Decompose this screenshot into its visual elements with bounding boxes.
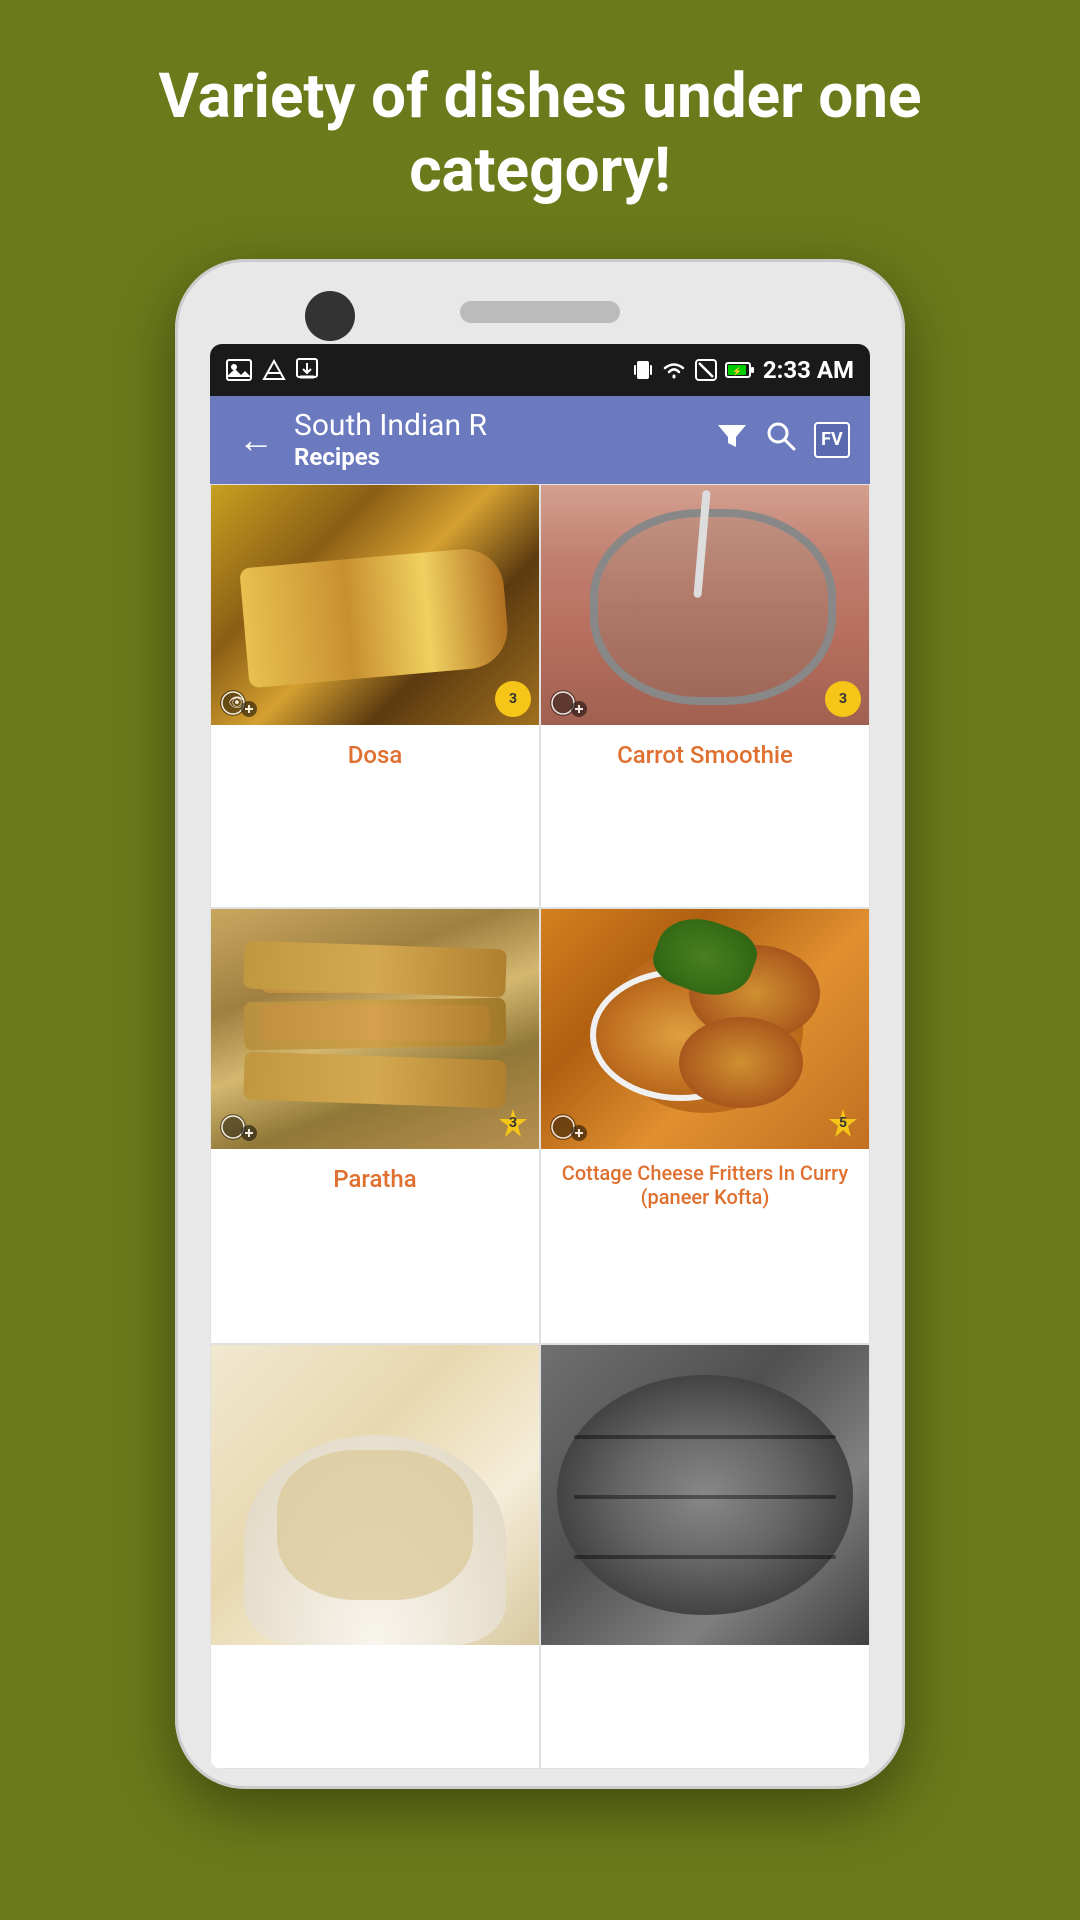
recipe-item-5[interactable] <box>210 1344 540 1768</box>
recipe-item-paneer-kofta[interactable]: 5 Cottage Cheese Fritters In Curry (pane… <box>540 908 870 1344</box>
camera-dot <box>305 291 355 341</box>
download-icon <box>296 358 318 382</box>
paratha-image <box>211 909 539 1149</box>
status-left-icons <box>226 358 318 382</box>
vibrate-icon <box>633 359 653 381</box>
recipe-item-carrot-smoothie[interactable]: 3 Carrot Smoothie <box>540 484 870 908</box>
recipe-grid: 👁 3 Dosa <box>210 484 870 1769</box>
recipe-item-paratha[interactable]: 3 Paratha <box>210 908 540 1344</box>
recipe-item-6[interactable] <box>540 1344 870 1768</box>
add-icon-dosa[interactable]: 👁 <box>219 689 257 717</box>
dosa-image <box>211 485 539 725</box>
paneer-kofta-image <box>541 909 869 1149</box>
item6-image-container <box>541 1345 869 1645</box>
wifi-icon <box>661 360 687 380</box>
paneer-kofta-image-container: 5 <box>541 909 869 1149</box>
app-title-sub: Recipes <box>294 443 704 471</box>
carrot-smoothie-rating: 3 <box>825 681 861 717</box>
app-bar-actions: FV <box>716 421 850 459</box>
image-icon <box>226 359 252 381</box>
speaker-grille <box>460 301 620 323</box>
hero-heading: Variety of dishes under one category! <box>0 0 1080 259</box>
paneer-kofta-name: Cottage Cheese Fritters In Curry (paneer… <box>541 1149 869 1221</box>
recipe-item-dosa[interactable]: 👁 3 Dosa <box>210 484 540 908</box>
app-bar-title: South Indian R Recipes <box>294 408 704 471</box>
search-button[interactable] <box>766 421 796 459</box>
svg-text:⚡: ⚡ <box>732 366 742 376</box>
phone-screen: ⚡ 2:33 AM ← South Indian R Recipes <box>210 344 870 1769</box>
battery-icon: ⚡ <box>725 361 755 379</box>
app-title-main: South Indian R <box>294 408 704 443</box>
item6-image <box>541 1345 869 1645</box>
nav-icon <box>262 359 286 381</box>
paneer-kofta-rating: 5 <box>825 1105 861 1141</box>
add-icon-paratha[interactable] <box>219 1113 257 1141</box>
add-icon-carrot-smoothie[interactable] <box>549 689 587 717</box>
phone-frame: ⚡ 2:33 AM ← South Indian R Recipes <box>175 259 905 1789</box>
filter-button[interactable] <box>716 421 748 459</box>
dosa-image-container: 👁 3 <box>211 485 539 725</box>
carrot-smoothie-image <box>541 485 869 725</box>
app-bar: ← South Indian R Recipes <box>210 396 870 484</box>
item5-image <box>211 1345 539 1645</box>
status-time: 2:33 AM <box>763 356 854 384</box>
dosa-rating: 3 <box>495 681 531 717</box>
carrot-smoothie-name: Carrot Smoothie <box>541 725 869 785</box>
shield-button[interactable]: FV <box>814 422 850 458</box>
status-bar: ⚡ 2:33 AM <box>210 344 870 396</box>
status-right-icons: ⚡ 2:33 AM <box>633 356 854 384</box>
paratha-rating: 3 <box>495 1105 531 1141</box>
dosa-name: Dosa <box>211 725 539 785</box>
item5-image-container <box>211 1345 539 1645</box>
carrot-smoothie-image-container: 3 <box>541 485 869 725</box>
signal-block-icon <box>695 359 717 381</box>
add-icon-paneer-kofta[interactable] <box>549 1113 587 1141</box>
paratha-name: Paratha <box>211 1149 539 1209</box>
back-button[interactable]: ← <box>230 411 282 469</box>
paratha-image-container: 3 <box>211 909 539 1149</box>
